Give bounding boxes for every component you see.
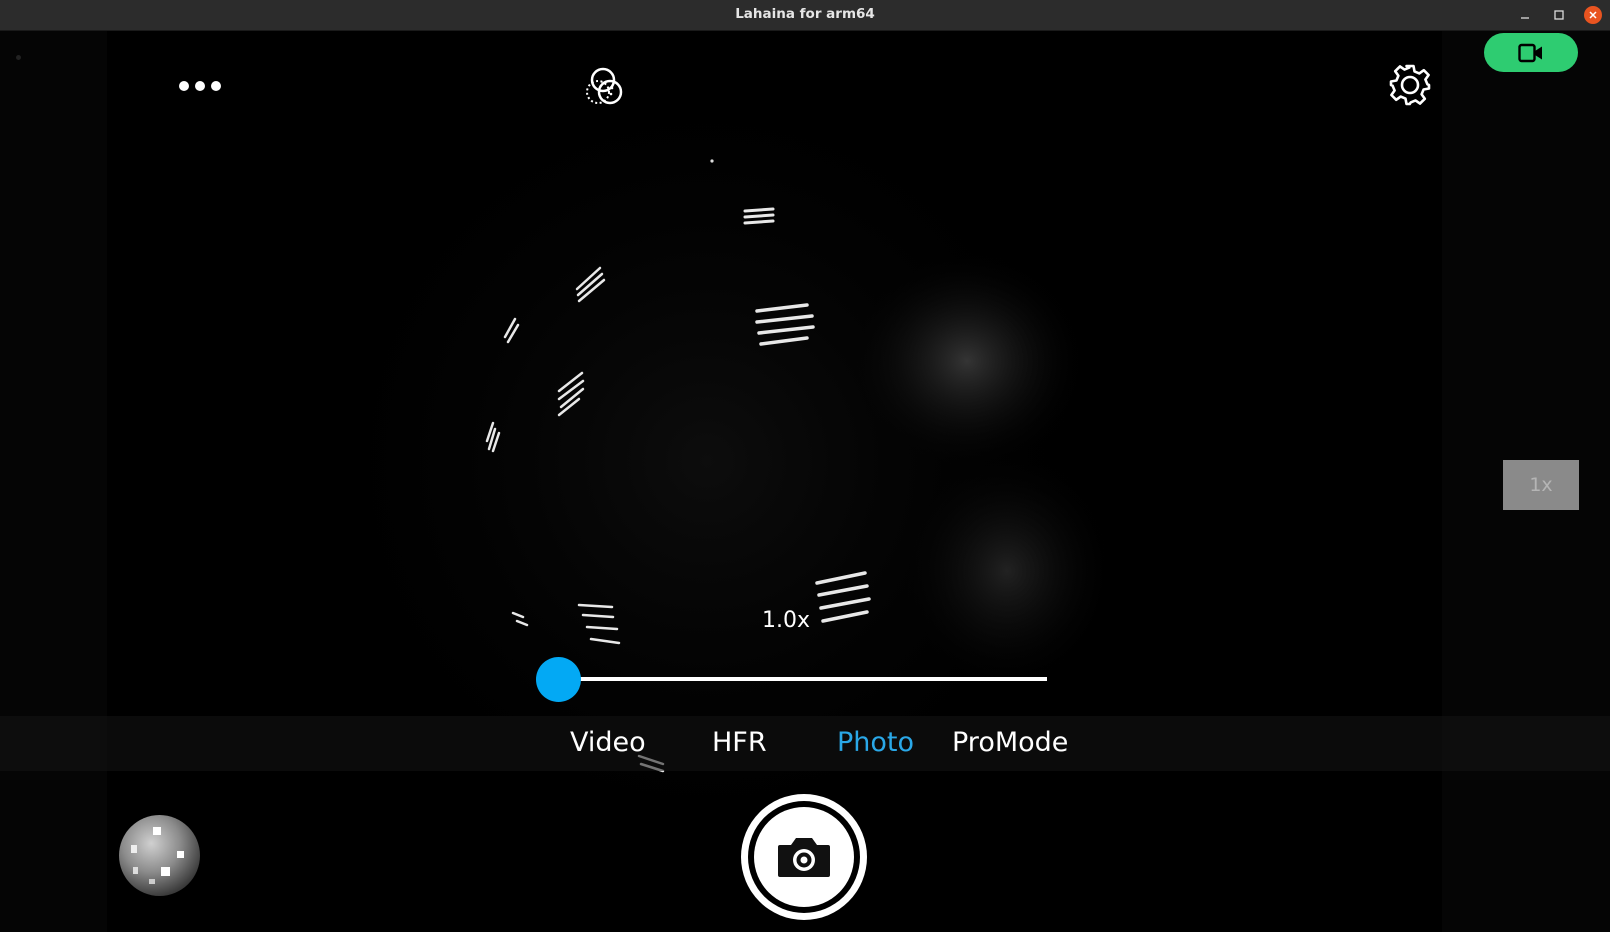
settings-button[interactable] xyxy=(1386,61,1434,109)
shutter-button[interactable] xyxy=(741,794,867,920)
preview-image xyxy=(287,41,1127,881)
minimize-icon xyxy=(1521,17,1529,19)
lens-zoom-button[interactable]: 1x xyxy=(1503,460,1579,510)
maximize-button[interactable] xyxy=(1548,4,1570,26)
more-options-button[interactable] xyxy=(176,71,224,101)
camera-preview[interactable] xyxy=(107,31,1442,932)
status-dot xyxy=(16,55,21,60)
minimize-button[interactable] xyxy=(1514,4,1536,26)
mode-hfr[interactable]: HFR xyxy=(712,727,767,758)
close-icon xyxy=(1589,11,1597,19)
video-camera-icon xyxy=(1518,43,1542,62)
zoom-slider-track[interactable] xyxy=(560,677,1047,681)
zoom-level-label: 1.0x xyxy=(762,608,811,633)
mode-photo[interactable]: Photo xyxy=(837,727,914,758)
zoom-slider-thumb[interactable] xyxy=(536,657,581,702)
gallery-thumbnail-image xyxy=(131,827,184,884)
window-title: Lahaina for arm64 xyxy=(735,6,875,22)
filter-button[interactable] xyxy=(580,63,628,109)
gallery-thumbnail[interactable] xyxy=(119,815,200,896)
video-record-button[interactable] xyxy=(1484,33,1578,72)
close-button[interactable] xyxy=(1582,4,1604,26)
color-filter-icon xyxy=(586,67,623,105)
more-dots-icon xyxy=(179,81,221,91)
maximize-icon xyxy=(1554,10,1564,20)
left-panel xyxy=(0,31,107,932)
gear-icon xyxy=(1389,64,1431,106)
mode-promode[interactable]: ProMode xyxy=(952,727,1068,758)
mode-selector: Video HFR Photo ProMode xyxy=(0,716,1610,771)
window-titlebar: Lahaina for arm64 xyxy=(0,0,1610,31)
mode-video[interactable]: Video xyxy=(570,727,646,758)
camera-viewport: 1x 1.0x Video HFR Photo ProMode xyxy=(0,31,1610,932)
camera-icon xyxy=(778,838,830,877)
